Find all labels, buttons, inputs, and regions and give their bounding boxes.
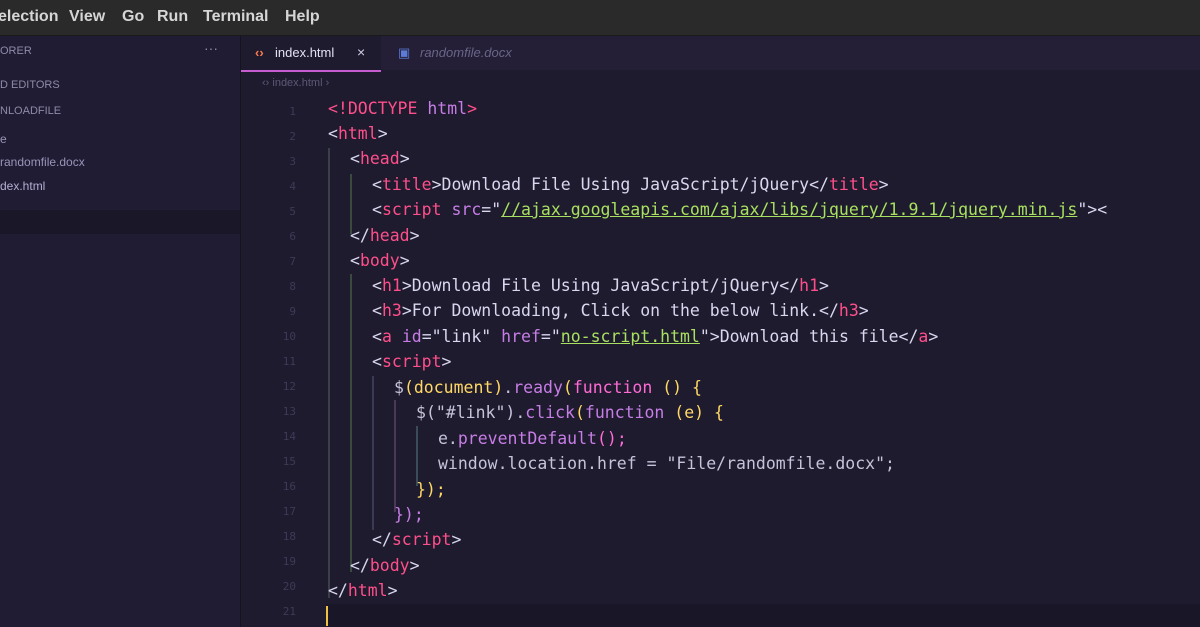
code-line-5: <script src="//ajax.googleapis.com/ajax/… — [372, 200, 1108, 219]
line-number: 3 — [289, 155, 296, 168]
line-number: 9 — [289, 305, 296, 318]
indent-guide — [328, 148, 330, 598]
line-number: 21 — [282, 605, 296, 618]
line-number: 16 — [282, 480, 296, 493]
menu-go[interactable]: Go — [122, 8, 144, 26]
sidebar-item-randomfile[interactable]: randomfile.docx — [0, 155, 85, 169]
sidebar-item-folder[interactable]: e — [0, 132, 7, 146]
menu-run[interactable]: Run — [157, 8, 188, 26]
line-number: 13 — [282, 405, 296, 418]
line-number: 4 — [289, 180, 296, 193]
code-line-19: </body> — [350, 556, 420, 575]
line-number: 15 — [282, 455, 296, 468]
code-line-16: }); — [416, 480, 446, 499]
indent-guide — [350, 274, 352, 572]
line-number: 19 — [282, 555, 296, 568]
indent-guide — [372, 376, 374, 530]
code-line-11: <script> — [372, 352, 452, 371]
code-line-3: <head> — [350, 149, 410, 168]
code-line-1: <!DOCTYPE html> — [328, 99, 478, 118]
code-line-7: <body> — [350, 251, 410, 270]
code-line-10: <a id="link" href="no-script.html">Downl… — [372, 327, 939, 346]
menu-terminal[interactable]: Terminal — [203, 8, 269, 26]
code-line-13: $("#link").click(function (e) { — [416, 403, 724, 422]
close-icon[interactable]: × — [357, 44, 365, 60]
line-number: 14 — [282, 430, 296, 443]
line-number: 12 — [282, 380, 296, 393]
explorer-sidebar: ORER ··· D EDITORS NLOADFILE e randomfil… — [0, 36, 241, 627]
tab-randomfile-docx[interactable]: ▣ randomfile.docx — [382, 36, 552, 70]
tab-bar: ‹› index.html × ▣ randomfile.docx — [241, 36, 1200, 72]
line-number: 5 — [289, 205, 296, 218]
line-number: 11 — [282, 355, 296, 368]
code-line-12: $(document).ready(function () { — [394, 378, 702, 397]
folder-section[interactable]: NLOADFILE — [0, 105, 61, 117]
code-line-14: e.preventDefault(); — [438, 429, 627, 448]
line-number: 18 — [282, 530, 296, 543]
html-icon: ‹› — [255, 45, 264, 60]
code-line-18: </script> — [372, 530, 462, 549]
tab-index-html[interactable]: ‹› index.html × — [241, 36, 381, 72]
code-line-9: <h3>For Downloading, Click on the below … — [372, 301, 869, 320]
sidebar-active-row — [0, 210, 240, 234]
code-line-6: </head> — [350, 226, 420, 245]
explorer-header: ORER — [0, 45, 32, 57]
code-line-4: <title>Download File Using JavaScript/jQ… — [372, 175, 889, 194]
line-number: 6 — [289, 230, 296, 243]
breadcrumb[interactable]: ‹› index.html › — [262, 77, 329, 89]
line-number: 1 — [289, 105, 296, 118]
code-line-2: <html> — [328, 124, 388, 143]
line-number: 7 — [289, 255, 296, 268]
open-editors-section[interactable]: D EDITORS — [0, 79, 60, 91]
line-number: 17 — [282, 505, 296, 518]
menu-selection[interactable]: election — [0, 8, 58, 26]
indent-guide — [394, 400, 396, 512]
sidebar-item-index-html[interactable]: dex.html — [0, 179, 45, 193]
line-number: 20 — [282, 580, 296, 593]
code-line-20: </html> — [328, 581, 398, 600]
current-line-highlight — [326, 604, 1200, 627]
menu-help[interactable]: Help — [285, 8, 320, 26]
menu-bar: election View Go Run Terminal Help — [0, 0, 1200, 36]
tab-label: index.html — [275, 45, 335, 60]
tab-label: randomfile.docx — [420, 45, 512, 60]
line-number: 2 — [289, 130, 296, 143]
line-number: 8 — [289, 280, 296, 293]
code-line-15: window.location.href = "File/randomfile.… — [438, 454, 895, 473]
more-actions-icon[interactable]: ··· — [204, 40, 218, 56]
file-icon: ▣ — [398, 45, 411, 60]
code-line-17: }); — [394, 505, 424, 524]
text-cursor — [326, 606, 328, 626]
menu-view[interactable]: View — [69, 8, 105, 26]
code-line-8: <h1>Download File Using JavaScript/jQuer… — [372, 276, 829, 295]
line-number: 10 — [282, 330, 296, 343]
